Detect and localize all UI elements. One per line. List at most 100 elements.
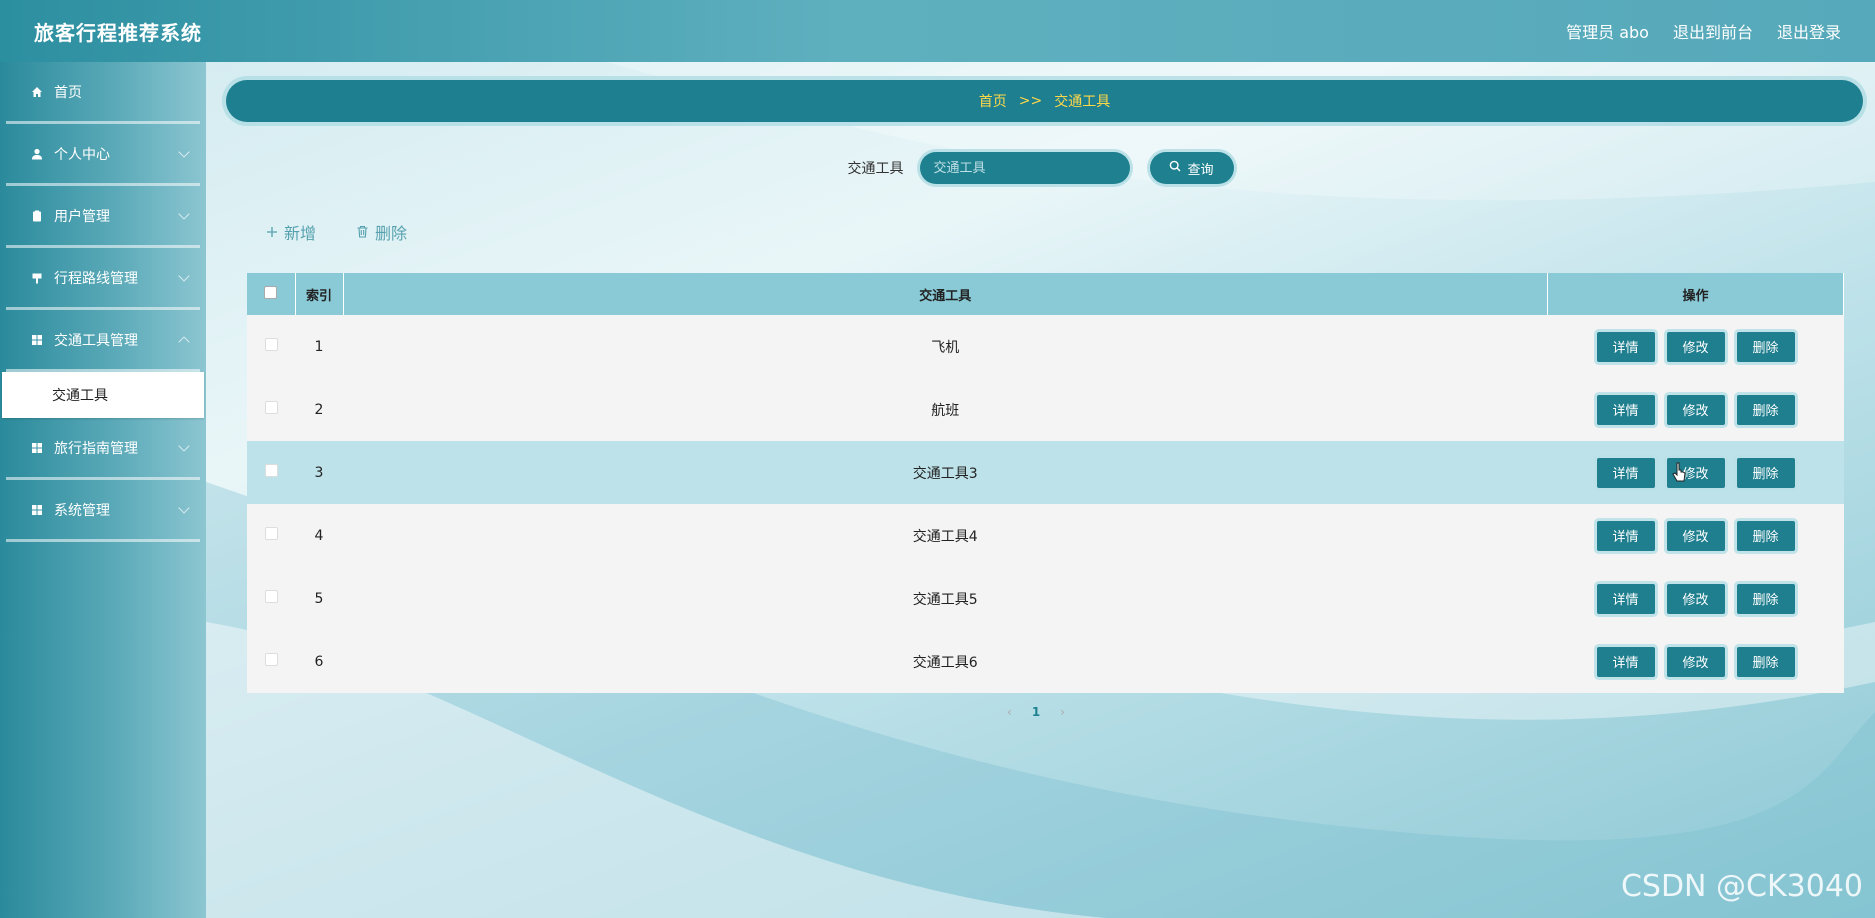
logout-link[interactable]: 退出登录: [1777, 19, 1841, 43]
edit-button[interactable]: 修改: [1666, 394, 1725, 425]
sidebar-item-label: 交通工具管理: [54, 332, 138, 349]
row-name: 交通工具6: [912, 654, 978, 671]
detail-button[interactable]: 详情: [1596, 520, 1655, 551]
sidebar-subitem-vehicle[interactable]: 交通工具: [2, 372, 204, 418]
grid-icon: [30, 503, 44, 517]
row-name: 交通工具5: [912, 591, 978, 608]
grid-icon: [30, 333, 44, 347]
table-row: 3 交通工具3 详情 修改 删除: [247, 441, 1844, 504]
delete-button[interactable]: 删除: [1736, 520, 1795, 551]
route-icon: [30, 271, 44, 285]
sidebar-item-user-management[interactable]: 用户管理: [6, 186, 200, 248]
delete-button[interactable]: 删除: [1736, 646, 1795, 677]
delete-button-label: 删除: [375, 224, 408, 243]
table-row: 2 航班 详情 修改 删除: [247, 378, 1844, 441]
row-checkbox[interactable]: [264, 653, 278, 666]
search-input[interactable]: [919, 152, 1130, 184]
top-actions: 管理员 abo 退出到前台 退出登录: [1566, 19, 1841, 43]
row-index: 3: [314, 464, 324, 481]
sidebar-item-guide-management[interactable]: 旅行指南管理: [6, 418, 200, 480]
row-index: 2: [314, 401, 324, 418]
top-header: 旅客行程推荐系统 管理员 abo 退出到前台 退出登录: [0, 0, 1875, 62]
breadcrumb-home-link[interactable]: 首页: [979, 91, 1007, 111]
detail-button[interactable]: 详情: [1596, 394, 1655, 425]
row-checkbox[interactable]: [264, 527, 278, 540]
watermark: CSDN @CK3040: [1620, 869, 1863, 904]
table-row: 6 交通工具6 详情 修改 删除: [247, 630, 1844, 693]
next-page-icon[interactable]: ›: [1060, 705, 1065, 719]
delete-button[interactable]: 删除: [1736, 331, 1795, 362]
search-button[interactable]: 查询: [1149, 152, 1234, 184]
select-all-checkbox[interactable]: [264, 285, 278, 299]
sidebar: 首页 个人中心 用户管理 行程路线管理 交通工具管理 交通工具 旅行指南管理 系…: [0, 62, 206, 918]
sidebar-item-vehicle-management[interactable]: 交通工具管理: [6, 310, 200, 372]
column-header-ops: 操作: [1547, 273, 1844, 315]
plus-icon: [266, 223, 278, 242]
row-index: 1: [314, 338, 324, 355]
sidebar-item-label: 首页: [54, 84, 82, 101]
sidebar-item-label: 系统管理: [54, 502, 110, 519]
vehicle-table: 索引 交通工具 操作 1 飞机 详情 修改 删除 2 航班 详情 修改 删除 3…: [247, 273, 1844, 693]
add-button[interactable]: 新增: [266, 220, 316, 244]
breadcrumb-current: 交通工具: [1054, 94, 1111, 110]
table-row: 4 交通工具4 详情 修改 删除: [247, 504, 1844, 567]
row-index: 4: [314, 527, 324, 544]
sidebar-item-home[interactable]: 首页: [6, 62, 200, 124]
edit-button[interactable]: 修改: [1666, 583, 1725, 614]
page-number[interactable]: 1: [1032, 705, 1040, 719]
detail-button[interactable]: 详情: [1596, 331, 1655, 362]
select-all-cell: [247, 273, 296, 315]
edit-button[interactable]: 修改: [1666, 331, 1725, 362]
exit-to-front-link[interactable]: 退出到前台: [1673, 19, 1753, 43]
sidebar-item-route-management[interactable]: 行程路线管理: [6, 248, 200, 310]
delete-button[interactable]: 删除: [1736, 583, 1795, 614]
app-title: 旅客行程推荐系统: [34, 20, 202, 45]
breadcrumb: 首页 >> 交通工具: [226, 80, 1863, 122]
search-label: 交通工具: [847, 161, 904, 177]
delete-button[interactable]: 删除: [1736, 457, 1795, 488]
trash-icon: [356, 223, 369, 242]
grid-icon: [30, 441, 44, 455]
detail-button[interactable]: 详情: [1596, 457, 1655, 488]
sidebar-item-label: 旅行指南管理: [54, 440, 138, 457]
chevron-down-icon: [178, 208, 190, 220]
breadcrumb-separator: >>: [1018, 93, 1043, 109]
row-index: 6: [314, 653, 324, 670]
sidebar-item-label: 用户管理: [54, 208, 110, 225]
current-user-label[interactable]: 管理员 abo: [1566, 19, 1649, 43]
table-header-row: 索引 交通工具 操作: [247, 273, 1844, 315]
prev-page-icon[interactable]: ‹: [1007, 705, 1012, 719]
row-index: 5: [314, 590, 324, 607]
chevron-up-icon: [178, 336, 190, 348]
detail-button[interactable]: 详情: [1596, 646, 1655, 677]
row-name: 交通工具3: [912, 465, 978, 482]
row-name: 飞机: [931, 339, 960, 356]
row-checkbox[interactable]: [264, 590, 278, 603]
pagination: ‹ 1 ›: [1007, 705, 1065, 719]
home-icon: [30, 85, 44, 99]
row-checkbox[interactable]: [264, 338, 278, 351]
delete-button[interactable]: 删除: [1736, 394, 1795, 425]
table-row: 5 交通工具5 详情 修改 删除: [247, 567, 1844, 630]
detail-button[interactable]: 详情: [1596, 583, 1655, 614]
toolbar: 新增 删除: [266, 220, 407, 244]
add-button-label: 新增: [284, 224, 317, 243]
chevron-down-icon: [178, 270, 190, 282]
sidebar-item-label: 行程路线管理: [54, 270, 138, 287]
column-header-index: 索引: [295, 273, 344, 315]
edit-button[interactable]: 修改: [1666, 520, 1725, 551]
sidebar-item-system-management[interactable]: 系统管理: [6, 480, 200, 542]
batch-delete-button[interactable]: 删除: [356, 220, 407, 244]
column-header-name: 交通工具: [343, 273, 1548, 315]
chevron-down-icon: [178, 502, 190, 514]
row-checkbox[interactable]: [264, 401, 278, 414]
chevron-down-icon: [178, 440, 190, 452]
sidebar-subitem-label: 交通工具: [52, 388, 108, 404]
table-row: 1 飞机 详情 修改 删除: [247, 315, 1844, 378]
edit-button[interactable]: 修改: [1666, 646, 1725, 677]
search-icon: [1169, 160, 1181, 176]
row-checkbox[interactable]: [264, 464, 278, 477]
clipboard-icon: [30, 209, 44, 223]
search-button-label: 查询: [1187, 162, 1214, 178]
mouse-cursor-icon: [1672, 462, 1688, 488]
